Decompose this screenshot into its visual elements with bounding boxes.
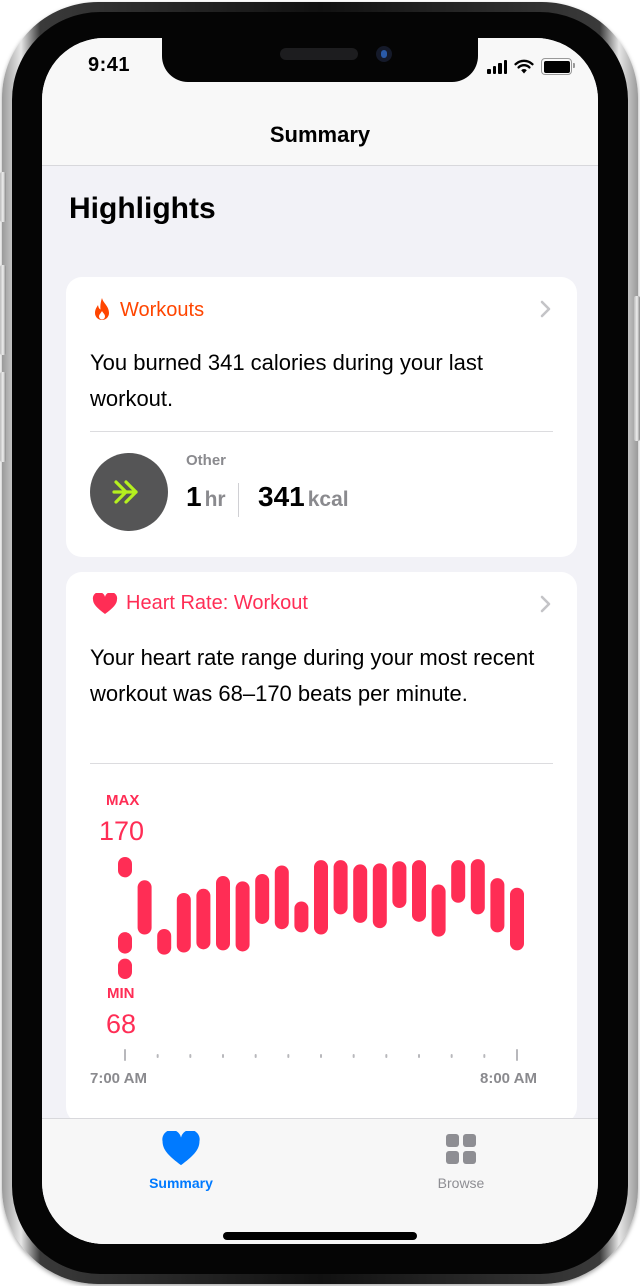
heart-rate-bar <box>470 859 485 915</box>
duration-value: 1 <box>186 481 202 512</box>
workouts-card-header: Workouts <box>92 297 204 323</box>
heart-rate-bar <box>490 878 505 933</box>
scroll-content[interactable]: Highlights Workouts You burned 341 calor… <box>42 166 598 1244</box>
tab-browse-label: Browse <box>437 1175 485 1191</box>
heart-rate-bar <box>294 901 309 933</box>
heart-rate-bar <box>412 860 426 922</box>
volume-up-button <box>0 265 6 355</box>
mute-switch <box>0 172 6 222</box>
divider <box>90 431 553 432</box>
heart-rate-card-description: Your heart rate range during your most r… <box>90 645 535 706</box>
workouts-card[interactable]: Workouts You burned 341 calories during … <box>66 277 577 557</box>
max-value: 170 <box>99 816 145 846</box>
heart-rate-bar <box>118 958 132 979</box>
stat-separator <box>238 483 239 517</box>
workout-activity-icon <box>90 453 168 531</box>
heart-rate-bar <box>431 884 446 937</box>
x-tick-label-end: 8:00 AM <box>480 1070 537 1087</box>
grid-icon <box>446 1134 476 1164</box>
navigation-bar: Summary <box>42 98 598 166</box>
heart-rate-bar <box>216 876 230 951</box>
heart-rate-bar <box>392 861 407 909</box>
min-label: MIN <box>107 985 135 1002</box>
workout-type-label: Other <box>186 452 227 469</box>
heart-rate-bar <box>510 887 524 951</box>
heart-rate-bar <box>137 880 152 935</box>
flame-icon <box>95 298 109 320</box>
heart-rate-bar <box>333 860 348 915</box>
workouts-card-title: Workouts <box>120 298 205 321</box>
cellular-signal-icon <box>487 59 507 74</box>
tab-summary-label: Summary <box>149 1175 213 1191</box>
max-label: MAX <box>106 792 140 809</box>
section-title-highlights: Highlights <box>69 192 216 225</box>
x-tick-label-start: 7:00 AM <box>90 1070 147 1087</box>
heart-icon <box>92 592 118 614</box>
heart-rate-card[interactable]: Heart Rate: Workout Your heart rate rang… <box>66 572 577 1123</box>
heart-rate-bar <box>274 865 289 930</box>
tab-browse[interactable]: Browse <box>401 1131 521 1191</box>
heart-rate-bar <box>372 863 387 929</box>
heart-rate-bar <box>353 864 368 923</box>
page-title: Summary <box>269 121 371 147</box>
screen: 9:41 Summary Highlights Workouts You bur… <box>42 38 598 1244</box>
energy-stat: 341 kcal <box>258 481 349 513</box>
workouts-card-description: You burned 341 calories during your last… <box>90 350 484 411</box>
heart-rate-bar <box>255 873 270 924</box>
front-camera <box>376 46 392 62</box>
heart-rate-bar <box>451 860 466 903</box>
heart-rate-bar <box>196 888 211 950</box>
battery-icon <box>541 58 575 75</box>
heart-rate-bar <box>157 929 172 955</box>
volume-down-button <box>0 372 6 462</box>
duration-stat: 1 hr <box>186 481 226 513</box>
duration-unit: hr <box>204 488 226 511</box>
heart-rate-bar <box>235 881 250 952</box>
tab-bar: Summary Browse <box>42 1118 598 1244</box>
heart-rate-bar <box>176 893 191 953</box>
heart-rate-card-title: Heart Rate: Workout <box>126 592 308 614</box>
double-chevron-right-icon <box>112 480 138 504</box>
tab-summary[interactable]: Summary <box>121 1131 241 1191</box>
heart-icon <box>162 1131 200 1166</box>
wifi-icon <box>514 59 534 74</box>
min-value: 68 <box>106 1009 137 1039</box>
side-button <box>634 296 640 441</box>
home-indicator[interactable] <box>223 1232 417 1240</box>
heart-rate-bar <box>118 932 132 954</box>
speaker-grille <box>280 48 358 60</box>
heart-rate-bar <box>118 857 132 878</box>
notch <box>162 38 478 82</box>
energy-value: 341 <box>258 481 305 512</box>
divider <box>90 763 553 764</box>
status-time: 9:41 <box>88 54 131 76</box>
heart-rate-card-header: Heart Rate: Workout <box>92 592 308 615</box>
energy-unit: kcal <box>307 488 349 511</box>
chevron-right-icon[interactable] <box>539 594 553 614</box>
chevron-right-icon[interactable] <box>539 299 553 319</box>
status-icons <box>487 58 575 75</box>
heart-rate-bar <box>314 860 328 935</box>
